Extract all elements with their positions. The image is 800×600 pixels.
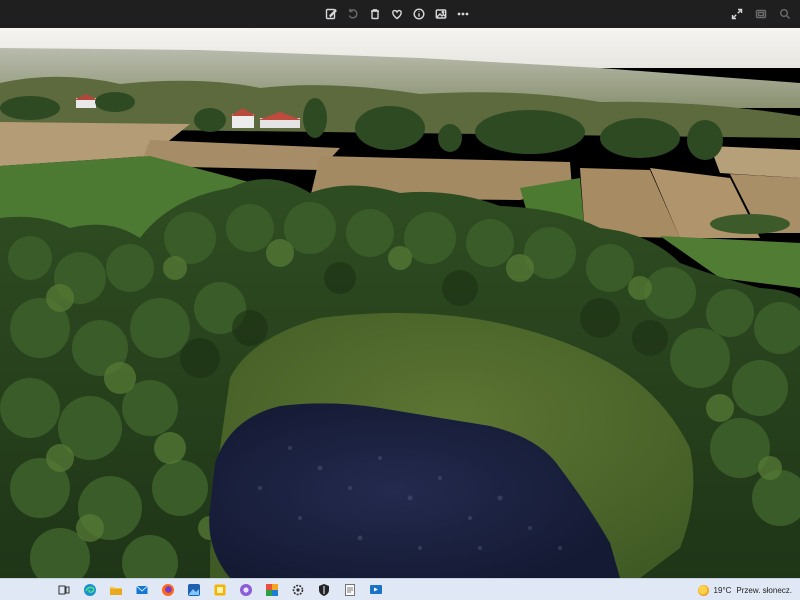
photos-icon[interactable] <box>186 582 202 598</box>
field-far-right <box>710 146 800 178</box>
rotate-icon[interactable] <box>346 7 360 21</box>
file-explorer-icon[interactable] <box>108 582 124 598</box>
image-edit-icon[interactable] <box>434 7 448 21</box>
security-icon[interactable] <box>316 582 332 598</box>
taskbar: 19°C Przew. słonecz. <box>0 578 800 600</box>
media-icon[interactable] <box>264 582 280 598</box>
aerial-photo <box>0 28 800 578</box>
favorite-icon[interactable] <box>390 7 404 21</box>
photo-canvas <box>0 28 800 578</box>
slideshow-icon[interactable] <box>754 7 768 21</box>
remote-desktop-icon[interactable] <box>368 582 384 598</box>
notepad-icon[interactable] <box>342 582 358 598</box>
edit-icon[interactable] <box>324 7 338 21</box>
more-icon[interactable] <box>456 7 470 21</box>
zoom-icon[interactable] <box>778 7 792 21</box>
fullscreen-icon[interactable] <box>730 7 744 21</box>
chrome-icon[interactable] <box>238 582 254 598</box>
viewer-toolbar <box>0 0 800 28</box>
weather-condition: Przew. słonecz. <box>736 585 792 595</box>
settings-icon[interactable] <box>290 582 306 598</box>
toolbar-window-actions <box>730 0 792 28</box>
firefox-icon[interactable] <box>160 582 176 598</box>
weather-widget[interactable]: 19°C Przew. słonecz. <box>697 579 792 600</box>
toolbar-actions <box>324 0 470 28</box>
task-view-icon[interactable] <box>56 582 72 598</box>
sticky-notes-icon[interactable] <box>212 582 228 598</box>
info-icon[interactable] <box>412 7 426 21</box>
taskbar-icons <box>56 579 384 600</box>
delete-icon[interactable] <box>368 7 382 21</box>
sun-icon <box>697 584 709 596</box>
weather-temperature: 19°C <box>713 585 732 595</box>
edge-icon[interactable] <box>82 582 98 598</box>
mail-icon[interactable] <box>134 582 150 598</box>
